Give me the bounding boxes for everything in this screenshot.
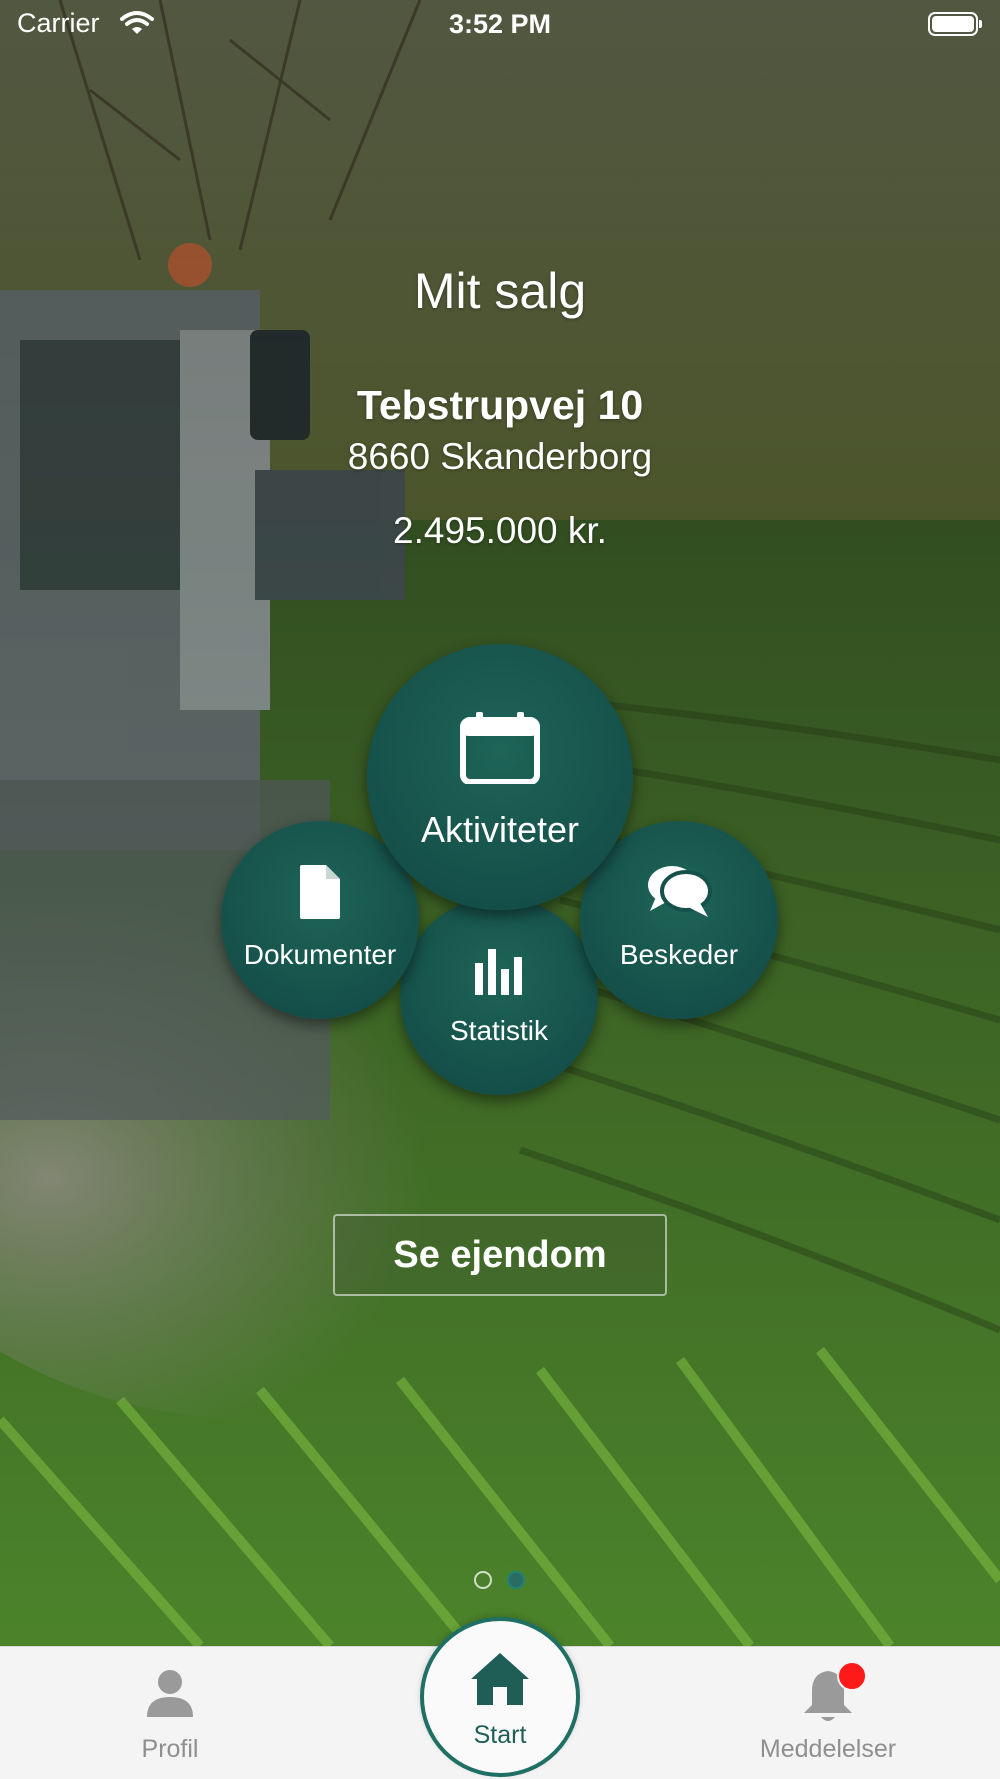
property-price: 2.495.000 kr. (393, 510, 607, 551)
statistik-label: Statistik (449, 1015, 549, 1046)
clock: 3:52 PM (448, 9, 552, 39)
person-icon (100, 1667, 240, 1724)
dokumenter-label: Dokumenter (243, 939, 397, 970)
tab-profil-label: Profil (141, 1735, 199, 1763)
beskeder-label: Beskeder (619, 939, 739, 970)
statistik-button[interactable]: Statistik (400, 897, 598, 1095)
notification-badge (837, 1661, 867, 1691)
document-icon (221, 863, 419, 926)
se-ejendom-button[interactable]: Se ejendom (333, 1214, 667, 1296)
battery-icon (928, 12, 982, 36)
home-icon (424, 1651, 576, 1712)
tab-start-label: Start (473, 1721, 527, 1749)
tab-profil[interactable]: Profil (100, 1647, 240, 1779)
page-dot-1[interactable] (474, 1571, 492, 1589)
aktiviteter-button[interactable]: Aktiviteter (367, 644, 633, 910)
tab-meddelelser-label: Meddelelser (759, 1735, 897, 1763)
page-title: Mit salg (413, 263, 587, 319)
tab-meddelelser[interactable]: Meddelelser (733, 1647, 923, 1779)
property-city: 8660 Skanderborg (347, 436, 653, 477)
aktiviteter-label: Aktiviteter (420, 809, 580, 850)
calendar-icon (367, 712, 633, 789)
bell-icon (733, 1667, 923, 1730)
property-street: Tebstrupvej 10 (356, 382, 644, 428)
chat-bubbles-icon (580, 863, 778, 926)
status-bar: Carrier 3:52 PM (0, 0, 1000, 52)
tab-start[interactable]: Start (420, 1617, 580, 1777)
page-dot-2-active[interactable] (507, 1571, 525, 1589)
bar-chart-icon (400, 941, 598, 1002)
